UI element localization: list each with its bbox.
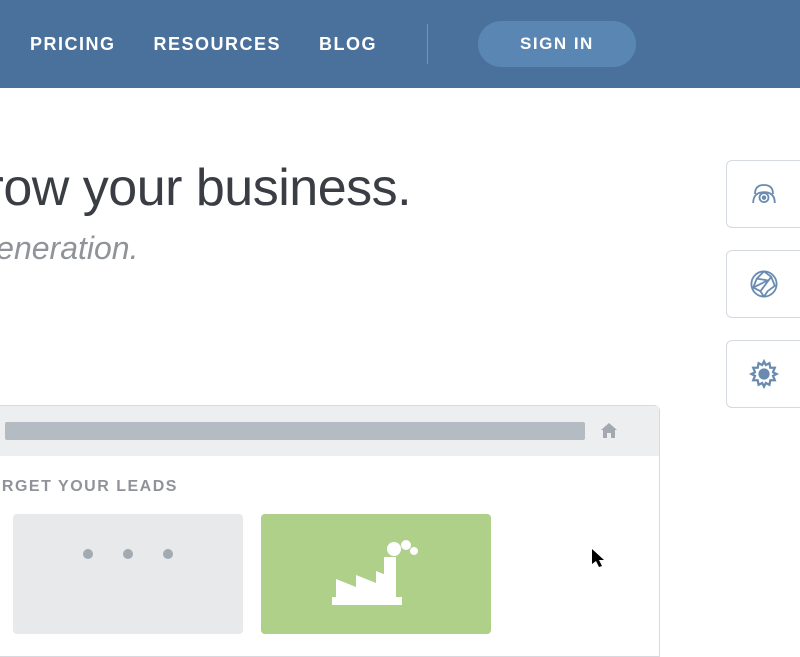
mouse-cursor bbox=[592, 549, 608, 569]
hero-section: nts to grow your business. out of lead g… bbox=[0, 88, 800, 307]
browser-content: CRITERIA TO TARGET YOUR LEADS bbox=[0, 456, 659, 656]
browser-mockup: CRITERIA TO TARGET YOUR LEADS bbox=[0, 405, 660, 657]
globe-icon bbox=[746, 266, 782, 302]
side-button-settings[interactable] bbox=[726, 340, 800, 408]
nav-resources[interactable]: RESOURCES bbox=[154, 34, 282, 55]
side-button-agent[interactable] bbox=[726, 160, 800, 228]
card-industry[interactable] bbox=[261, 514, 491, 634]
home-icon[interactable] bbox=[599, 421, 619, 441]
side-button-globe[interactable] bbox=[726, 250, 800, 318]
nav-pricing[interactable]: PRICING bbox=[30, 34, 116, 55]
criteria-cards bbox=[0, 514, 635, 634]
side-panel bbox=[726, 160, 800, 408]
nav-divider bbox=[427, 24, 428, 64]
hero-subtitle: out of lead generation. bbox=[0, 230, 800, 267]
nav-blog[interactable]: BLOG bbox=[319, 34, 377, 55]
factory-icon bbox=[326, 539, 426, 609]
browser-toolbar bbox=[0, 406, 659, 456]
signin-button[interactable]: SIGN IN bbox=[478, 21, 636, 67]
gear-icon bbox=[746, 356, 782, 392]
browser-url-bar[interactable] bbox=[5, 422, 585, 440]
nav: PRICING RESOURCES BLOG SIGN IN bbox=[30, 21, 636, 67]
header: PRICING RESOURCES BLOG SIGN IN bbox=[0, 0, 800, 88]
criteria-heading: CRITERIA TO TARGET YOUR LEADS bbox=[0, 478, 635, 496]
card-people[interactable] bbox=[13, 514, 243, 634]
people-icon bbox=[68, 546, 188, 602]
hero-title: nts to grow your business. bbox=[0, 158, 800, 218]
agent-icon bbox=[746, 176, 782, 212]
